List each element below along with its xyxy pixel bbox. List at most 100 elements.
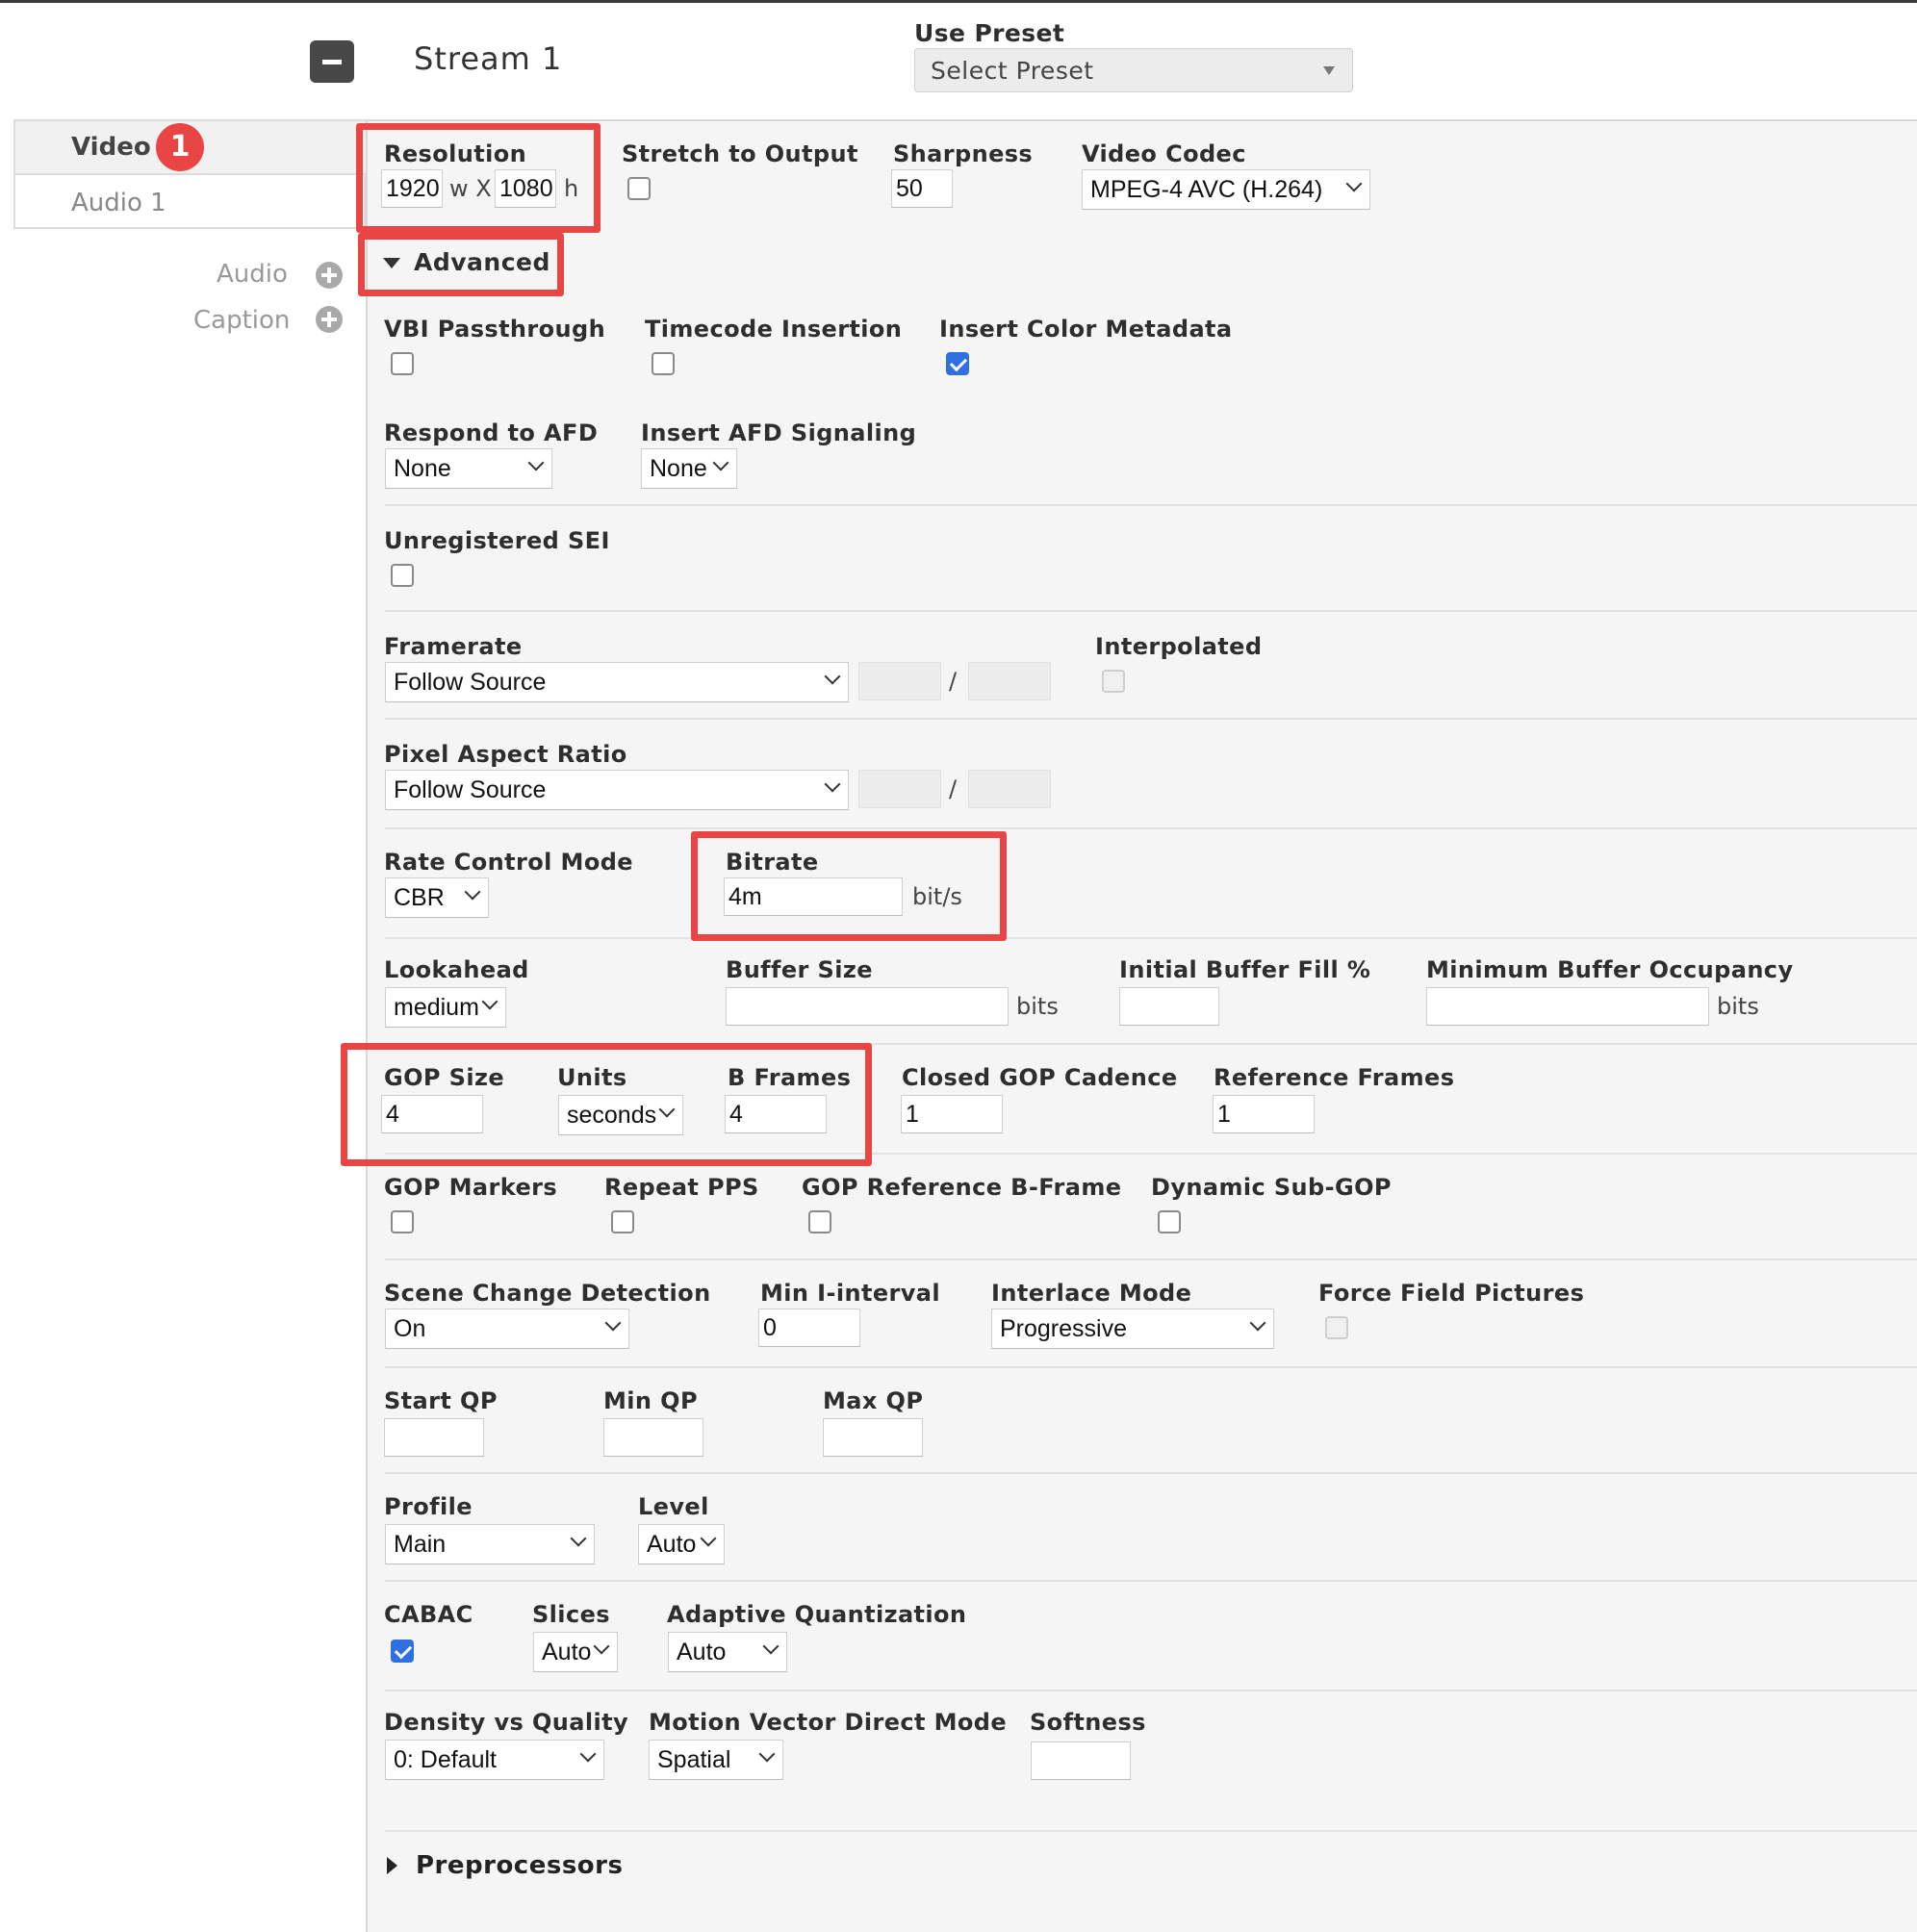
par-numerator-input[interactable] [858,770,941,808]
highlight-advanced [358,233,564,296]
video-codec-select[interactable]: MPEG-4 AVC (H.264) [1082,169,1370,210]
divider [385,504,1917,506]
profile-value: Main [394,1531,447,1558]
add-caption-plus-icon[interactable] [316,306,343,333]
min-i-interval-input[interactable]: 0 [758,1309,860,1347]
collapse-stream-button[interactable] [310,40,354,83]
initial-buffer-fill-input[interactable] [1119,987,1219,1026]
chevron-down-icon [481,993,498,1010]
gop-markers-checkbox[interactable] [391,1210,414,1233]
slices-value: Auto [542,1639,592,1665]
framerate-slash: / [949,668,958,695]
chevron-down-icon [700,1530,717,1547]
repeat-pps-checkbox[interactable] [611,1210,634,1233]
stretch-to-output-checkbox[interactable] [627,177,651,200]
adaptive-quant-value: Auto [677,1639,727,1665]
framerate-denominator-input[interactable] [968,662,1051,700]
rate-control-value: CBR [394,884,445,911]
par-value: Follow Source [394,776,547,803]
cabac-label: CABAC [384,1601,473,1628]
chevron-down-icon [762,1638,780,1655]
color-metadata-label: Insert Color Metadata [939,316,1233,343]
min-qp-input[interactable] [603,1418,703,1457]
mv-direct-mode-select[interactable]: Spatial [649,1740,783,1780]
tab-video[interactable]: Video 1 [15,121,366,175]
dynamic-sub-gop-checkbox[interactable] [1158,1210,1181,1233]
cabac-checkbox[interactable] [391,1640,414,1663]
profile-select[interactable]: Main [385,1524,595,1564]
level-select[interactable]: Auto [638,1524,725,1564]
stream-tabs: Video 1 Audio 1 [13,119,366,229]
divider [385,1690,1917,1691]
timecode-insertion-checkbox[interactable] [652,352,675,375]
level-value: Auto [647,1531,697,1558]
triangle-right-icon [387,1857,397,1874]
adaptive-quant-select[interactable]: Auto [668,1632,787,1672]
framerate-numerator-input[interactable] [858,662,941,700]
top-border [0,0,1917,3]
interlace-mode-value: Progressive [1000,1315,1127,1342]
min-i-interval-label: Min I-interval [760,1280,941,1307]
softness-input[interactable] [1031,1741,1131,1780]
gop-markers-label: GOP Markers [384,1174,558,1201]
sharpness-label: Sharpness [893,140,1034,167]
dynamic-sub-gop-label: Dynamic Sub-GOP [1151,1174,1392,1201]
triangle-down-icon [1323,66,1335,75]
chevron-down-icon [604,1314,622,1332]
divider [385,718,1917,720]
afd-signaling-select[interactable]: None [641,448,737,489]
min-buffer-occupancy-input[interactable] [1426,987,1709,1026]
interpolated-checkbox[interactable] [1102,670,1125,693]
scene-change-label: Scene Change Detection [384,1280,711,1307]
slices-label: Slices [532,1601,610,1628]
preprocessors-toggle[interactable]: Preprocessors [381,1849,631,1888]
level-label: Level [638,1493,709,1520]
vbi-label: VBI Passthrough [384,316,606,343]
chevron-down-icon [593,1638,610,1655]
unregistered-sei-checkbox[interactable] [391,564,414,587]
density-quality-select[interactable]: 0: Default [385,1740,604,1780]
closed-gop-input[interactable]: 1 [901,1095,1003,1133]
start-qp-input[interactable] [384,1418,484,1457]
reference-frames-input[interactable]: 1 [1213,1095,1315,1133]
divider [385,1830,1917,1832]
respond-afd-label: Respond to AFD [384,419,599,446]
lookahead-value: medium [394,994,479,1021]
divider [385,1258,1917,1260]
gop-reference-bframe-checkbox[interactable] [808,1210,831,1233]
min-qp-label: Min QP [603,1387,698,1414]
scene-change-select[interactable]: On [385,1309,629,1349]
density-quality-label: Density vs Quality [384,1709,629,1736]
interlace-mode-label: Interlace Mode [991,1280,1192,1307]
buffer-size-input[interactable] [726,987,1009,1026]
framerate-label: Framerate [384,633,523,660]
interlace-mode-select[interactable]: Progressive [991,1309,1274,1349]
sharpness-input[interactable]: 50 [891,169,953,208]
chevron-down-icon [1249,1314,1266,1332]
interpolated-label: Interpolated [1095,633,1263,660]
vbi-passthrough-checkbox[interactable] [391,352,414,375]
add-audio-plus-icon[interactable] [316,262,343,289]
start-qp-label: Start QP [384,1387,498,1414]
preset-select-value: Select Preset [931,57,1094,85]
lookahead-select[interactable]: medium [385,987,506,1028]
chevron-down-icon [570,1530,587,1547]
preset-select[interactable]: Select Preset [914,48,1353,92]
softness-label: Softness [1030,1709,1146,1736]
video-badge: 1 [156,123,204,171]
respond-afd-select[interactable]: None [385,448,552,489]
insert-color-metadata-checkbox[interactable] [946,352,969,375]
par-denominator-input[interactable] [968,770,1051,808]
force-field-checkbox[interactable] [1325,1316,1348,1339]
tab-audio-1[interactable]: Audio 1 [15,177,366,229]
closed-gop-label: Closed GOP Cadence [902,1064,1178,1091]
slices-select[interactable]: Auto [533,1632,618,1672]
min-buffer-occupancy-unit: bits [1717,993,1759,1020]
framerate-select[interactable]: Follow Source [385,662,849,702]
respond-afd-value: None [394,455,451,482]
max-qp-input[interactable] [823,1418,923,1457]
density-quality-value: 0: Default [394,1746,498,1773]
rate-control-select[interactable]: CBR [385,877,489,918]
par-slash: / [949,775,958,802]
par-select[interactable]: Follow Source [385,770,849,810]
